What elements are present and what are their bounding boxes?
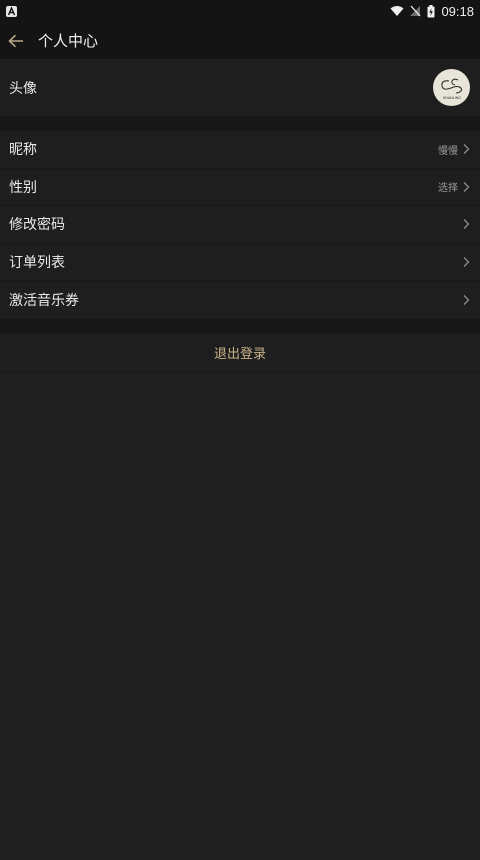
logout-label: 退出登录: [213, 347, 266, 363]
settings-row-change-password[interactable]: 修改密码: [0, 206, 480, 244]
settings-row-right: [462, 294, 470, 306]
settings-row-label: 昵称: [9, 142, 37, 159]
avatar-row[interactable]: 头像 SHANLING: [0, 59, 480, 116]
section-gap: [0, 318, 480, 334]
logout-button[interactable]: 退出登录: [0, 333, 480, 373]
settings-row-label: 激活音乐券: [9, 293, 79, 310]
settings-row-label: 性别: [9, 179, 37, 196]
chevron-right-icon: [463, 257, 470, 268]
settings-row-order-list[interactable]: 订单列表: [0, 243, 480, 282]
chevron-right-icon: [463, 144, 470, 155]
status-bar: 09:18: [0, 0, 480, 22]
avatar-label: 头像: [9, 80, 37, 97]
avatar[interactable]: SHANLING: [433, 69, 470, 106]
screen: 09:18 个人中心 头像 SHANLING 昵称 慢慢 性别 选择 修改密码 …: [0, 0, 480, 860]
settings-row-activate-music-voucher[interactable]: 激活音乐券: [0, 281, 480, 319]
settings-row-right: 选择: [438, 179, 470, 194]
battery-charging-icon: [427, 4, 435, 17]
settings-row-label: 修改密码: [9, 217, 65, 234]
settings-row-value: 慢慢: [438, 145, 458, 157]
status-left: [6, 5, 17, 17]
back-button[interactable]: [6, 31, 26, 51]
page-title: 个人中心: [38, 32, 99, 50]
chevron-right-icon: [463, 181, 470, 192]
arrow-left-icon: [8, 34, 23, 47]
chevron-right-icon: [463, 219, 470, 230]
no-signal-icon: [410, 5, 421, 17]
settings-row-right: [462, 256, 470, 268]
settings-row-gender[interactable]: 性别 选择: [0, 168, 480, 207]
app-bar: 个人中心: [0, 22, 480, 59]
settings-row-right: [462, 218, 470, 230]
settings-row-label: 订单列表: [9, 255, 65, 272]
settings-list: 昵称 慢慢 性别 选择 修改密码 订单列表 激活音乐券: [0, 131, 480, 319]
chevron-right-icon: [463, 295, 470, 306]
wifi-icon: [390, 6, 404, 16]
avatar-brand: SHANLING: [443, 96, 461, 100]
status-time: 09:18: [441, 3, 474, 19]
settings-row-nickname[interactable]: 昵称 慢慢: [0, 131, 480, 169]
android-a-glyph: [7, 6, 16, 15]
android-a-icon: [6, 5, 17, 17]
settings-row-right: 慢慢: [438, 142, 470, 157]
section-gap: [0, 116, 480, 131]
settings-row-value: 选择: [438, 183, 458, 195]
status-right: 09:18: [390, 4, 474, 19]
shanling-logo-icon: SHANLING: [440, 78, 462, 100]
